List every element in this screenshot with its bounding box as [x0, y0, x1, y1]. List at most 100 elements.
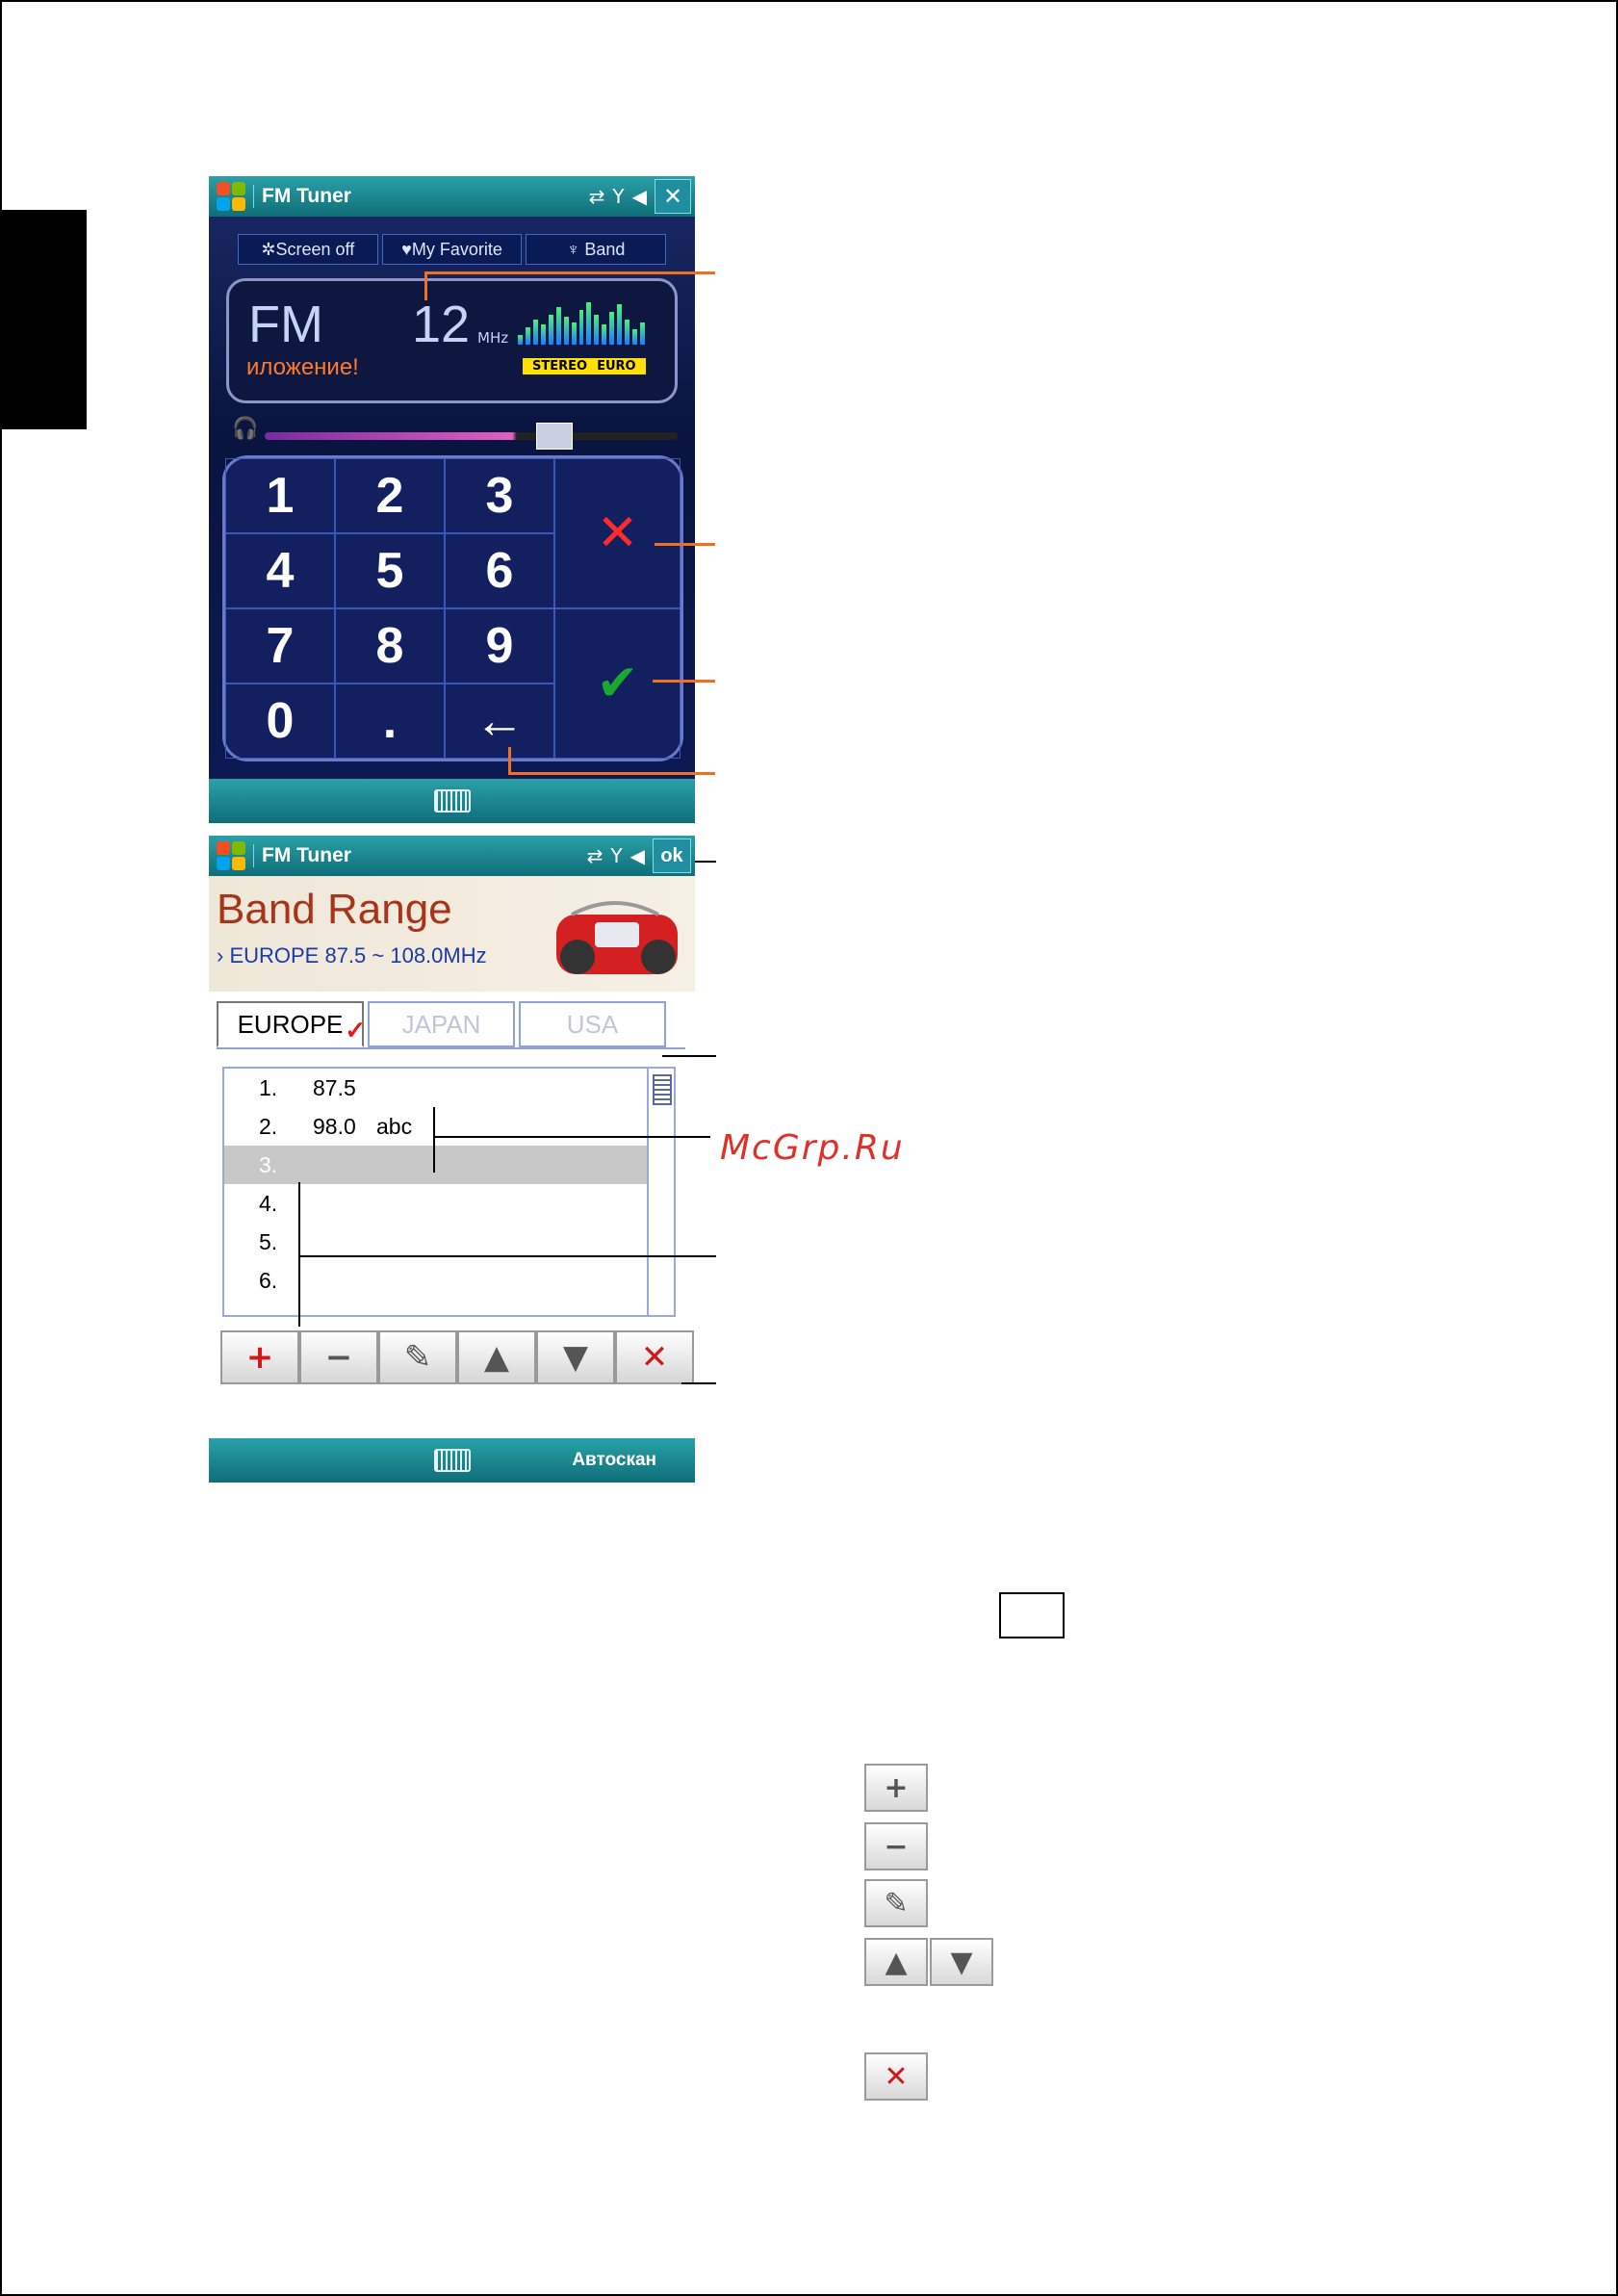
- item-number: 5.: [259, 1228, 278, 1254]
- windows-logo-icon[interactable]: [217, 182, 245, 211]
- item-number: 4.: [259, 1190, 278, 1216]
- volume-track[interactable]: [265, 432, 678, 440]
- scrollbar[interactable]: [647, 1069, 674, 1315]
- bracket-line: [433, 1107, 435, 1173]
- tab-japan[interactable]: JAPAN: [368, 1001, 515, 1047]
- remove-button[interactable]: −: [299, 1330, 378, 1384]
- key-5[interactable]: 5: [335, 533, 445, 608]
- signal-icon[interactable]: Y: [612, 185, 624, 208]
- unit-label: MHz: [477, 329, 509, 347]
- tab-divider: [217, 1047, 685, 1049]
- banner: Band Range › EUROPE 87.5 ~ 108.0MHz: [209, 876, 695, 992]
- list-item[interactable]: 4.: [224, 1184, 674, 1223]
- edit-icon: ✎: [864, 1879, 928, 1927]
- region-label: EURO: [597, 359, 636, 374]
- app-title: FM Tuner: [253, 844, 351, 867]
- frequency-value: 12: [412, 296, 471, 353]
- list-item[interactable]: 1. 87.5: [224, 1069, 674, 1107]
- checkmark-icon: ✓: [345, 1016, 366, 1045]
- key-0[interactable]: 0: [225, 684, 335, 759]
- keyboard-icon[interactable]: [433, 1449, 471, 1472]
- volume-slider[interactable]: 🎧: [226, 417, 678, 450]
- edit-button[interactable]: ✎: [378, 1330, 457, 1384]
- callout-line: [695, 861, 716, 863]
- ok-button[interactable]: ok: [653, 838, 691, 873]
- item-number: 1.: [259, 1074, 278, 1100]
- item-number: 6.: [259, 1267, 278, 1293]
- list-item[interactable]: 6.: [224, 1261, 674, 1300]
- item-number: 2.: [259, 1113, 278, 1139]
- callout-line: [653, 680, 715, 683]
- callout-line: [662, 1055, 716, 1057]
- key-7[interactable]: 7: [225, 608, 335, 684]
- item-name: abc: [376, 1113, 413, 1139]
- chapter-tab: [0, 210, 87, 429]
- callout-line: [681, 1382, 716, 1384]
- key-4[interactable]: 4: [225, 533, 335, 608]
- spectrum-icon: [518, 295, 645, 345]
- placeholder-box: [999, 1592, 1065, 1638]
- callout-line: [433, 1136, 710, 1138]
- tab-my-favorite[interactable]: ♥My Favorite: [381, 234, 523, 265]
- remove-icon: −: [864, 1822, 928, 1870]
- callout-line: [508, 747, 511, 774]
- scroll-thumb[interactable]: [653, 1074, 672, 1105]
- callout-line: [298, 1255, 716, 1257]
- page-title: Band Range: [217, 886, 452, 933]
- move-up-icon: ▲: [864, 1938, 928, 1986]
- key-9[interactable]: 9: [445, 608, 554, 684]
- tab-usa[interactable]: USA: [519, 1001, 666, 1047]
- radio-icon: [556, 901, 678, 974]
- stereo-label: STEREO: [532, 359, 588, 374]
- move-down-icon: ▼: [930, 1938, 993, 1986]
- item-frequency: 98.0: [313, 1113, 356, 1139]
- windows-logo-icon[interactable]: [217, 841, 245, 870]
- connectivity-icon[interactable]: ⇄: [589, 185, 605, 208]
- key-6[interactable]: 6: [445, 533, 554, 608]
- backspace-button[interactable]: ←: [445, 684, 554, 759]
- list-item-selected[interactable]: 3.: [224, 1146, 648, 1184]
- confirm-button[interactable]: ✔: [554, 608, 681, 759]
- move-up-button[interactable]: ▲: [457, 1330, 536, 1384]
- bracket-line: [298, 1182, 300, 1327]
- signal-icon[interactable]: Y: [610, 844, 622, 867]
- soft-key-bar: Автоскан: [209, 1438, 695, 1483]
- key-2[interactable]: 2: [335, 458, 445, 533]
- callout-line: [508, 772, 715, 775]
- tab-band[interactable]: ♆ Band: [526, 234, 667, 265]
- tab-europe[interactable]: EUROPE ✓: [217, 1001, 366, 1047]
- key-3[interactable]: 3: [445, 458, 554, 533]
- keyboard-icon[interactable]: [433, 789, 471, 813]
- frequency-display: FM 12 MHz иложение! STEREO EURO: [226, 278, 678, 403]
- range-text: › EUROPE 87.5 ~ 108.0MHz: [217, 943, 487, 967]
- band-range-screenshot: FM Tuner ⇄ Y ◀ ok Band Range › EUROPE 87…: [209, 836, 695, 1483]
- delete-all-button[interactable]: ✕: [615, 1330, 694, 1384]
- volume-icon[interactable]: ◀: [632, 185, 647, 208]
- numeric-keypad: 1 2 3 ✕ 4 5 6 7 8 9 ✔ 0 . ←: [222, 455, 683, 761]
- status-badge: STEREO EURO: [523, 358, 646, 374]
- favorite-list: 1. 87.5 2. 98.0 abc 3. 4. 5. 6.: [222, 1067, 676, 1317]
- callout-line: [424, 271, 427, 300]
- tab-screen-off[interactable]: ✲Screen off: [238, 234, 378, 265]
- rds-text: иложение!: [246, 354, 359, 380]
- connectivity-icon[interactable]: ⇄: [587, 844, 604, 867]
- headphones-icon: 🎧: [232, 417, 259, 441]
- key-8[interactable]: 8: [335, 608, 445, 684]
- add-button[interactable]: +: [220, 1330, 299, 1384]
- key-1[interactable]: 1: [225, 458, 335, 533]
- close-button[interactable]: ✕: [655, 179, 691, 214]
- autoscan-softkey[interactable]: Автоскан: [572, 1450, 656, 1471]
- list-item[interactable]: 2. 98.0 abc: [224, 1107, 674, 1146]
- key-dot[interactable]: .: [335, 684, 445, 759]
- item-number: 3.: [259, 1151, 278, 1177]
- watermark: McGrp.Ru: [720, 1128, 905, 1168]
- cancel-button[interactable]: ✕: [554, 458, 681, 608]
- volume-knob[interactable]: [536, 423, 573, 450]
- band-label: FM: [248, 296, 323, 353]
- volume-icon[interactable]: ◀: [630, 844, 645, 867]
- add-icon: +: [864, 1764, 928, 1812]
- move-down-button[interactable]: ▼: [536, 1330, 615, 1384]
- callout-line: [424, 271, 715, 274]
- title-bar: FM Tuner ⇄ Y ◀ ✕: [209, 176, 695, 217]
- delete-all-icon: ✕: [864, 2052, 928, 2101]
